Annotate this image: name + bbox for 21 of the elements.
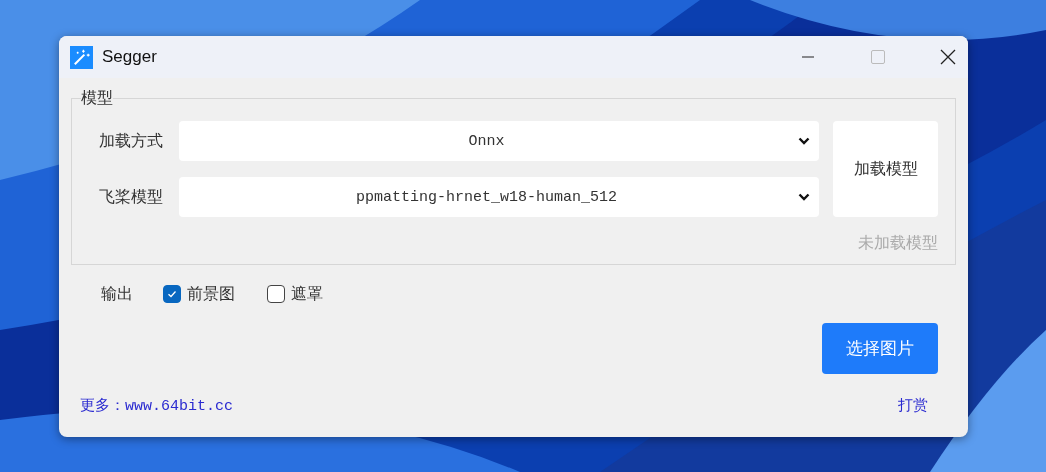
group-legend: 模型 — [81, 88, 113, 109]
checkbox-label[interactable]: 前景图 — [187, 283, 235, 305]
checkbox-label[interactable]: 遮罩 — [291, 283, 323, 305]
magic-wand-icon — [70, 45, 93, 69]
select-image-button[interactable]: 选择图片 — [822, 323, 938, 374]
dropdown[interactable]: Onnx — [179, 121, 819, 161]
status-text: 未加载模型 — [857, 233, 938, 254]
donate-link[interactable]: 打赏 — [898, 396, 928, 415]
checkmark-icon — [166, 288, 178, 300]
field-label: 加载方式 — [97, 130, 164, 152]
chevron-down-icon — [798, 137, 810, 145]
window-title: Segger — [102, 47, 157, 67]
output-label: 输出 — [101, 283, 133, 305]
close-icon[interactable] — [940, 49, 956, 65]
chevron-down-icon — [798, 193, 810, 201]
checkbox[interactable] — [267, 285, 285, 303]
dropdown[interactable]: ppmatting-hrnet_w18-human_512 — [179, 177, 819, 217]
load-model-button[interactable]: 加载模型 — [833, 121, 938, 217]
checkbox[interactable] — [163, 285, 181, 303]
field-label: 飞桨模型 — [97, 186, 164, 208]
website-link[interactable]: 更多：www.64bit.cc — [80, 396, 234, 415]
